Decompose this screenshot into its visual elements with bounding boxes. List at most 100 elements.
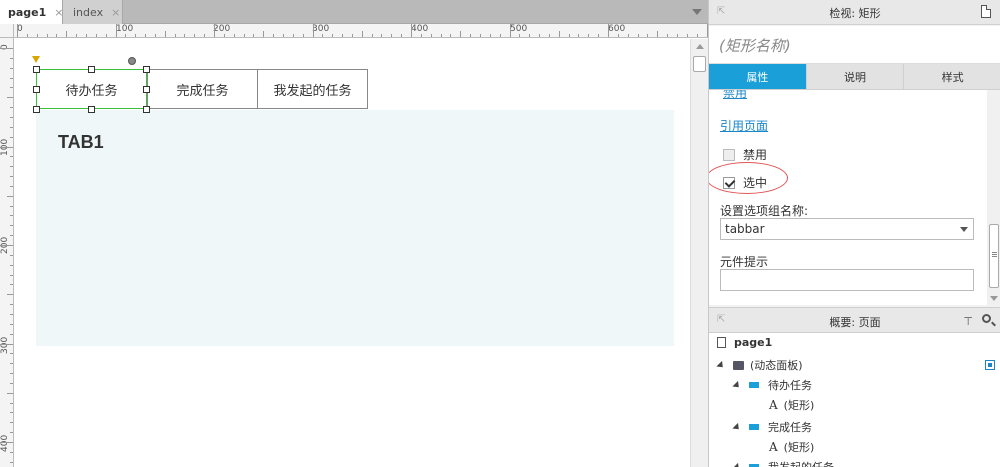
scroll-thumb[interactable] [989,224,999,288]
ruler-tick [381,34,383,37]
tree-item-state[interactable]: 完成任务 [732,419,812,435]
ruler-tick [10,87,13,89]
ruler-tick [10,451,13,453]
disabled-checkbox[interactable] [723,148,735,161]
resize-handle[interactable] [33,106,40,113]
tab-properties[interactable]: 属性 [709,64,807,89]
ruler-tick [10,373,13,375]
ruler-tick [588,34,590,37]
tooltip-input[interactable] [720,269,974,291]
ruler-tick [10,274,13,276]
resize-handle[interactable] [143,86,150,93]
tab-page1[interactable]: page1 × [0,0,64,24]
resize-handle[interactable] [33,66,40,73]
scroll-down-icon[interactable] [990,296,998,301]
group-name-select[interactable]: tabbar [720,218,974,240]
ruler-tick [568,34,570,37]
ruler-tick [0,146,13,148]
disabled-label: 禁用 [743,148,768,162]
search-icon[interactable] [982,314,991,323]
scroll-up-icon[interactable] [696,44,704,49]
anchor-icon[interactable] [32,56,40,63]
outline-title: 概要: 页面 [829,316,881,329]
ruler-tick [214,24,215,37]
tab-button-initiated[interactable]: 我发起的任务 [257,69,368,109]
text-icon: A [769,440,778,454]
ruler-tick [66,31,68,37]
resize-handle[interactable] [143,106,150,113]
ruler-tick [558,31,560,37]
resize-handle[interactable] [88,106,95,113]
dynamic-panel-icon [733,360,744,370]
expand-icon[interactable] [716,360,726,370]
tree-item-page[interactable]: page1 [717,336,772,349]
dynamic-panel[interactable]: TAB1 [36,110,674,346]
reference-page-link[interactable]: 引用页面 [720,117,768,134]
selected-label: 选中 [743,176,768,190]
grip-icon [992,252,997,253]
tree-item-label: 我发起的任务 [768,459,834,467]
selected-checkbox-row[interactable]: 选中 [723,174,767,191]
ruler-label: 400 [411,24,429,34]
ruler-tick [105,34,107,37]
chevron-down-icon[interactable] [692,9,702,15]
ruler-tick [450,34,452,37]
expand-icon[interactable] [732,380,742,390]
ruler-tick [56,34,58,37]
selected-checkbox[interactable] [723,176,735,189]
tree-item-dynamic-panel[interactable]: (动态面板) [716,357,803,373]
tree-item-label: (动态面板) [750,359,803,372]
resize-handle[interactable] [143,66,150,73]
ruler-tick [253,34,255,37]
scroll-thumb[interactable] [693,56,706,72]
ruler-tick [184,34,186,37]
page-icon[interactable] [981,5,991,18]
filter-icon[interactable]: ⊤ [963,315,973,328]
ruler-tick [85,34,87,37]
ruler-tick [608,24,609,37]
tree-item-state[interactable]: 我发起的任务 [732,459,834,467]
tree-item-state[interactable]: 待办任务 [732,377,812,393]
properties-pane: 禁用 引用页面 禁用 选中 设置选项组名称: tabbar 元件提示 [709,90,987,305]
ruler-tick [7,294,13,296]
tree-item-label: 待办任务 [768,379,812,392]
ruler-tick [10,323,13,325]
chevron-down-icon[interactable] [960,227,968,232]
tab-index[interactable]: index × [63,0,123,24]
ruler-tick [302,34,304,37]
tab-button-todo[interactable]: 待办任务 [36,69,147,109]
tooltip-label: 元件提示 [720,255,769,269]
ruler-tick [578,34,580,37]
properties-scrollbar[interactable] [987,90,1000,305]
shape-name-placeholder: (矩形名称) [719,37,791,55]
tree-item-rectangle[interactable]: A (矩形) [769,397,814,413]
tab-style[interactable]: 样式 [904,64,1000,89]
ruler-tick [36,34,38,37]
ruler-tick [125,34,127,37]
tab-notes[interactable]: 说明 [807,64,905,89]
tab-button-done[interactable]: 完成任务 [147,69,258,109]
ruler-tick [391,34,393,37]
ruler-tick [499,34,501,37]
disable-link[interactable]: 禁用 [723,90,747,101]
ruler-tick [10,313,13,315]
ruler-tick [322,34,324,37]
resize-handle[interactable] [88,66,95,73]
disabled-checkbox-row[interactable]: 禁用 [723,146,767,163]
visibility-toggle-icon[interactable] [985,360,995,370]
ruler-tick [10,126,13,128]
resize-handle[interactable] [33,86,40,93]
ruler-label: 400 [0,434,10,452]
shape-name-input[interactable]: (矩形名称) [709,26,1000,64]
ruler-tick [667,34,669,37]
ruler-tick [10,67,13,69]
expand-icon[interactable] [732,462,742,467]
ruler-tick [292,34,294,37]
rotate-handle[interactable] [128,57,136,65]
ruler-tick [233,34,235,37]
tree-item-rectangle[interactable]: A (矩形) [769,439,814,455]
canvas-scrollbar[interactable] [690,39,708,467]
ruler-tick [10,333,13,335]
expand-icon[interactable] [732,422,742,432]
close-icon[interactable]: × [111,6,120,19]
